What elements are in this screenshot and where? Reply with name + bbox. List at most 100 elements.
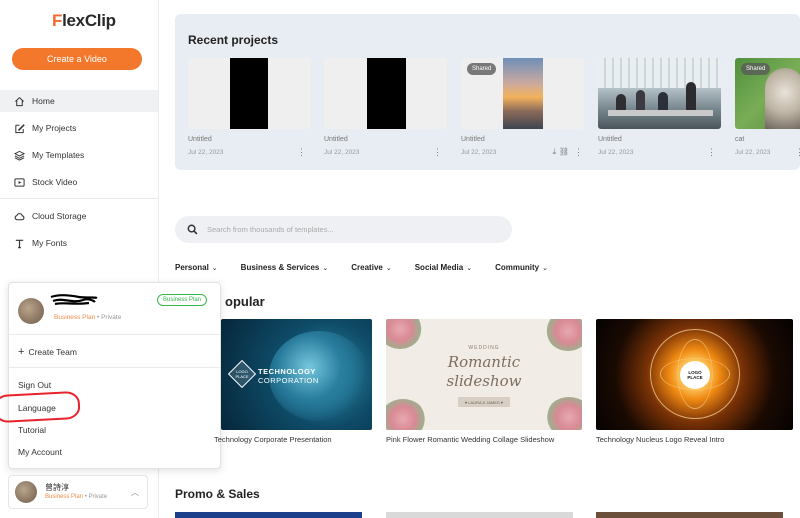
create-team-button[interactable]: + Create Team [18,346,77,358]
sidebar-item-home[interactable]: Home [0,90,158,112]
cloud-icon [14,212,25,220]
category-tabs: Personal ⌄ Business & Services ⌄ Creative ⌄… [175,263,571,272]
project-title: Untitled [324,136,348,143]
search-icon [187,224,198,235]
sidebar-item-cloud-storage[interactable]: Cloud Storage [0,205,158,227]
category-label: Creative [351,263,383,272]
video-icon [14,177,25,187]
project-thumbnail[interactable] [324,58,447,129]
sidebar-item-my-templates[interactable]: My Templates [0,144,158,166]
project-card[interactable]: Untitled Jul 22, 2023 ⋮ [324,58,447,162]
sidebar-item-label: My Projects [32,123,77,133]
shared-badge: Shared [741,63,771,75]
template-card-technology-nucleus[interactable]: LOGO PLACE [596,319,793,430]
promo-template-card[interactable] [596,512,783,518]
template-subheading: slideshow [446,372,522,390]
template-heading: TECHNOLOGY [258,367,316,376]
user-name: 曾詩淳 [45,483,69,492]
template-small-heading: WEDDING [468,345,500,351]
font-icon [15,239,24,248]
search-input[interactable]: Search from thousands of templates... [207,225,334,234]
project-card[interactable]: Untitled Jul 22, 2023 ⋮ [188,58,311,162]
category-business[interactable]: Business & Services ⌄ [241,263,329,272]
create-video-button[interactable]: Create a Video [12,48,142,70]
template-label: Pink Flower Romantic Wedding Collage Sli… [386,435,555,444]
project-date: Jul 22, 2023 [598,149,634,156]
popup-divider [9,367,220,368]
chevron-up-icon: ︿ [131,488,139,497]
category-label: Business & Services [240,263,320,272]
project-title: Untitled [598,136,622,143]
account-popup: Business Plan • Private Business Plan + C… [8,282,221,469]
category-personal[interactable]: Personal ⌄ [175,263,218,272]
sidebar-item-my-fonts[interactable]: My Fonts [0,232,158,254]
redacted-name-scribble [50,294,98,306]
promo-template-card[interactable] [175,512,362,518]
user-plan-text: Business Plan • Private [45,494,108,500]
promo-section-title: Promo & Sales [175,487,260,501]
plus-icon: + [18,346,25,358]
template-card-technology-corporate[interactable]: LOGO PLACE TECHNOLOGY CORPORATION [221,319,372,430]
more-options-icon[interactable]: ⋮ [297,147,306,158]
menu-tutorial[interactable]: Tutorial [18,425,46,435]
sidebar-item-label: Stock Video [32,177,78,187]
chevron-down-icon: ⌄ [466,264,473,272]
red-annotation-circle [0,390,81,424]
template-label: Technology Nucleus Logo Reveal Intro [596,435,725,444]
category-creative[interactable]: Creative ⌄ [351,263,391,272]
popup-divider [9,334,220,335]
project-title: cat [735,136,745,143]
project-card[interactable]: Untitled Jul 22, 2023 ⋮ [598,58,721,162]
project-date: Jul 22, 2023 [461,149,497,156]
sidebar-item-label: My Templates [32,150,85,160]
sidebar-divider [0,198,158,199]
download-icon[interactable]: ⤓ [552,147,556,157]
sidebar-item-my-projects[interactable]: My Projects [0,117,158,139]
project-thumbnail[interactable] [188,58,311,129]
chevron-down-icon: ⌄ [211,264,218,272]
template-label: Technology Corporate Presentation [214,435,332,444]
promo-template-card[interactable] [386,512,573,518]
template-heading: Romantic [447,353,521,371]
category-social-media[interactable]: Social Media ⌄ [415,263,472,272]
more-options-icon[interactable]: ⋮ [795,147,800,158]
project-thumbnail[interactable]: Shared [461,58,584,129]
avatar [15,481,37,503]
project-card[interactable]: Shared Untitled Jul 22, 2023 ⤓ ⛓ ⋮ [461,58,584,162]
project-card[interactable]: Shared cat Jul 22, 2023 ⋮ [735,58,800,162]
chevron-down-icon: ⌄ [322,264,329,272]
sidebar-item-label: My Fonts [32,238,67,248]
edit-icon [15,123,25,133]
project-title: Untitled [188,136,212,143]
sidebar-item-stock-video[interactable]: Stock Video [0,171,158,193]
sidebar-item-label: Home [32,96,55,106]
more-options-icon[interactable]: ⋮ [574,147,583,158]
user-account-bar[interactable]: 曾詩淳 Business Plan • Private ︿ [8,475,148,509]
project-date: Jul 22, 2023 [735,149,771,156]
more-options-icon[interactable]: ⋮ [707,147,716,158]
link-icon[interactable]: ⛓ [559,147,569,156]
recent-projects-title: Recent projects [188,33,279,47]
menu-sign-out[interactable]: Sign Out [18,380,51,390]
menu-my-account[interactable]: My Account [18,447,62,457]
home-icon [15,96,24,106]
more-options-icon[interactable]: ⋮ [433,147,442,158]
project-thumbnail[interactable]: Shared [735,58,800,129]
category-label: Personal [175,263,209,272]
flexclip-logo[interactable]: FlexClip [52,11,116,31]
recent-projects-panel: Recent projects Untitled Jul 22, 2023 ⋮ … [175,14,800,170]
plan-badge: Business Plan [157,294,208,306]
category-community[interactable]: Community ⌄ [495,263,548,272]
logo-placeholder-text: LOGO PLACE [235,369,249,379]
sidebar-item-label: Cloud Storage [32,211,87,221]
avatar [18,298,44,324]
template-card-pink-flower-wedding[interactable]: WEDDING Romantic slideshow ♥ LAURA & JAM… [386,319,582,430]
template-search-bar[interactable]: Search from thousands of templates... [175,216,512,243]
popup-plan-text: Business Plan • Private [54,314,122,321]
popular-section-title: opular [225,294,265,309]
project-title: Untitled [461,136,485,143]
project-thumbnail[interactable] [598,58,721,129]
layers-icon [14,150,25,161]
chevron-down-icon: ⌄ [542,264,548,272]
category-label: Community [495,263,540,272]
